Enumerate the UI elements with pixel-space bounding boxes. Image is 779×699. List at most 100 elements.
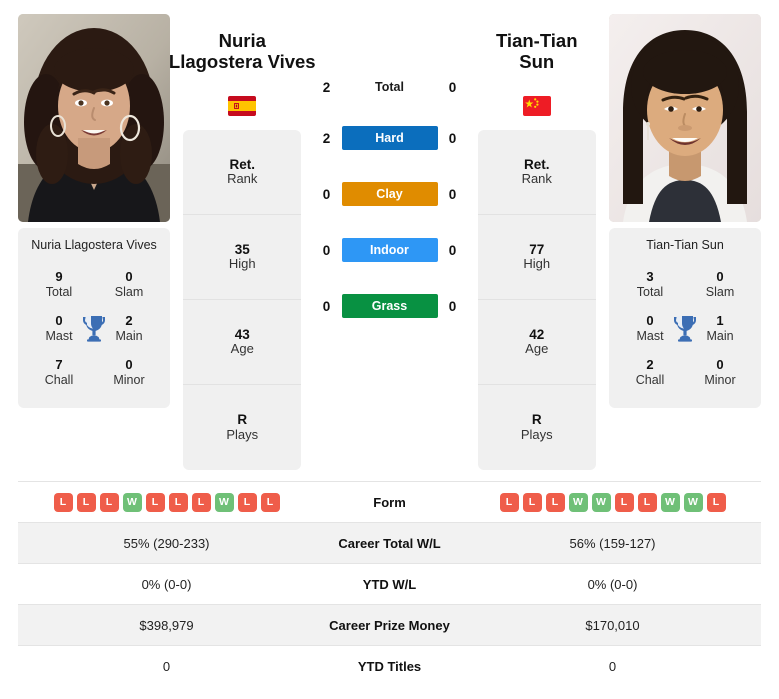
right-career-total-wl: 56% (159-127): [569, 535, 656, 551]
right-titles-chall-value: 2: [646, 357, 654, 373]
form-badge-l[interactable]: L: [706, 492, 726, 512]
left-player-photo[interactable]: [18, 14, 170, 222]
left-surface-indoor-wins: 0: [322, 242, 331, 258]
surface-row-hard: 2 Hard 0: [315, 110, 465, 166]
trophy-icon: [674, 316, 696, 342]
left-titles-minor-value: 0: [125, 357, 133, 373]
right-titles-minor-label: Minor: [704, 372, 736, 387]
left-age-value: 43: [234, 326, 250, 342]
form-badge-l[interactable]: L: [237, 492, 257, 512]
form-badge-l[interactable]: L: [76, 492, 96, 512]
left-titles-slam-value: 0: [125, 269, 133, 285]
right-age-row: 42 Age: [477, 300, 596, 385]
left-player-column: Nuria Llagostera Vives 9 Total 0 Slam 0 …: [18, 14, 170, 409]
left-rank-row: Ret. Rank: [183, 130, 302, 215]
left-plays-label: Plays: [226, 426, 259, 442]
form-badge-l[interactable]: L: [260, 492, 280, 512]
left-titles-minor-label: Minor: [113, 372, 145, 387]
left-player-name-line1: Nuria: [218, 30, 266, 51]
surface-label-total: Total: [375, 80, 404, 94]
right-surface-clay-wins: 0: [448, 186, 457, 202]
left-surface-total-wins: 2: [322, 79, 331, 95]
left-titles-total: 9 Total: [24, 270, 94, 299]
right-high-row: 77 High: [477, 215, 596, 300]
right-player-name-line2: Sun: [519, 51, 555, 73]
right-titles-total-value: 3: [646, 269, 654, 285]
right-player-card-name: Tian-Tian Sun: [646, 238, 724, 252]
right-titles-slam-label: Slam: [705, 284, 735, 299]
surface-label-hard[interactable]: Hard: [341, 126, 438, 150]
left-surface-hard-wins: 2: [322, 130, 331, 146]
form-badge-w[interactable]: W: [568, 492, 588, 512]
left-ytd-titles: 0: [162, 658, 171, 674]
left-age-label: Age: [230, 341, 254, 357]
left-surface-clay-wins: 0: [322, 186, 331, 202]
left-ytd-wl: 0% (0-0): [141, 576, 192, 592]
right-player-name-line1: Tian-Tian: [495, 30, 578, 51]
right-titles-chall-label: Chall: [635, 372, 665, 387]
right-rank-row: Ret. Rank: [477, 130, 596, 215]
left-titles-slam-label: Slam: [114, 284, 144, 299]
right-high-label: High: [523, 256, 551, 272]
right-career-prize-money: $170,010: [585, 617, 640, 633]
form-badge-l[interactable]: L: [545, 492, 565, 512]
right-age-value: 42: [529, 326, 545, 342]
surface-label-indoor[interactable]: Indoor: [341, 238, 438, 262]
left-player-flag-wrap: [228, 88, 257, 124]
right-age-label: Age: [525, 341, 549, 357]
right-plays-value: R: [531, 412, 542, 428]
table-row-career-total-wl: 55% (290-233) Career Total W/L 56% (159-…: [18, 522, 761, 564]
surface-label-clay[interactable]: Clay: [341, 182, 438, 206]
left-plays-row: R Plays: [183, 385, 301, 470]
left-player-titles-card: Nuria Llagostera Vives 9 Total 0 Slam 0 …: [18, 228, 170, 409]
form-badge-w[interactable]: W: [660, 492, 680, 512]
right-titles-slam-value: 0: [716, 269, 724, 285]
left-rank-value: Ret.: [229, 156, 255, 172]
form-badge-l[interactable]: L: [499, 492, 519, 512]
form-badge-l[interactable]: L: [145, 492, 165, 512]
right-plays-label: Plays: [520, 426, 553, 442]
left-form-cell: LLLWLLLWLL: [18, 482, 315, 523]
form-badge-l[interactable]: L: [168, 492, 188, 512]
right-rank-value: Ret.: [523, 156, 550, 172]
right-player-rank-card: Ret. Rank 77 High 42 Age R Plays: [477, 130, 596, 470]
right-form-strip: LLLWWLLWWL: [468, 492, 757, 512]
surface-breakdown-column: 2 Total 0 2 Hard 0 0 Clay 0 0 Indoor 0 0: [315, 14, 465, 334]
form-badge-w[interactable]: W: [591, 492, 611, 512]
right-titles-chall: 2 Chall: [615, 358, 685, 387]
form-badge-l[interactable]: L: [53, 492, 73, 512]
right-player-titles-card: Tian-Tian Sun 3 Total 0 Slam 0 Mast 1 Ma…: [609, 228, 761, 409]
left-form-strip: LLLWLLLWLL: [22, 492, 311, 512]
trophy-icon: [83, 316, 105, 342]
form-badge-l[interactable]: L: [637, 492, 657, 512]
right-player-column: Tian-Tian Sun 3 Total 0 Slam 0 Mast 1 Ma…: [609, 14, 761, 409]
spain-flag-icon: [228, 96, 257, 116]
left-titles-chall-value: 7: [55, 357, 63, 373]
left-player-stat-column: Nuria Llagostera Vives Ret. Rank 35 High…: [169, 14, 316, 470]
left-surface-grass-wins: 0: [322, 298, 331, 314]
form-badge-l[interactable]: L: [614, 492, 634, 512]
right-titles-total-label: Total: [636, 284, 664, 299]
left-high-row: 35 High: [183, 215, 302, 300]
left-high-value: 35: [234, 241, 250, 257]
right-player-photo[interactable]: [609, 14, 761, 222]
left-age-row: 43 Age: [183, 300, 302, 385]
china-flag-icon: [522, 96, 551, 116]
right-surface-total-wins: 0: [448, 79, 457, 95]
right-surface-hard-wins: 0: [448, 130, 457, 146]
form-badge-w[interactable]: W: [683, 492, 703, 512]
surface-label-grass[interactable]: Grass: [341, 294, 438, 318]
surface-row-grass: 0 Grass 0: [315, 278, 465, 334]
left-titles-minor: 0 Minor: [94, 358, 164, 387]
form-badge-l[interactable]: L: [191, 492, 211, 512]
form-badge-w[interactable]: W: [122, 492, 142, 512]
right-ytd-wl: 0% (0-0): [587, 576, 638, 592]
table-row-ytd-titles: 0 YTD Titles 0: [18, 645, 761, 687]
form-badge-l[interactable]: L: [522, 492, 542, 512]
form-badge-w[interactable]: W: [214, 492, 234, 512]
comparison-stats-table: LLLWLLLWLL Form LLLWWLLWWL 55% (290-233)…: [18, 481, 761, 687]
left-career-prize-money: $398,979: [139, 617, 194, 633]
form-badge-l[interactable]: L: [99, 492, 119, 512]
right-form-cell: LLLWWLLWWL: [464, 482, 761, 523]
surface-row-total: 2 Total 0: [315, 64, 465, 110]
